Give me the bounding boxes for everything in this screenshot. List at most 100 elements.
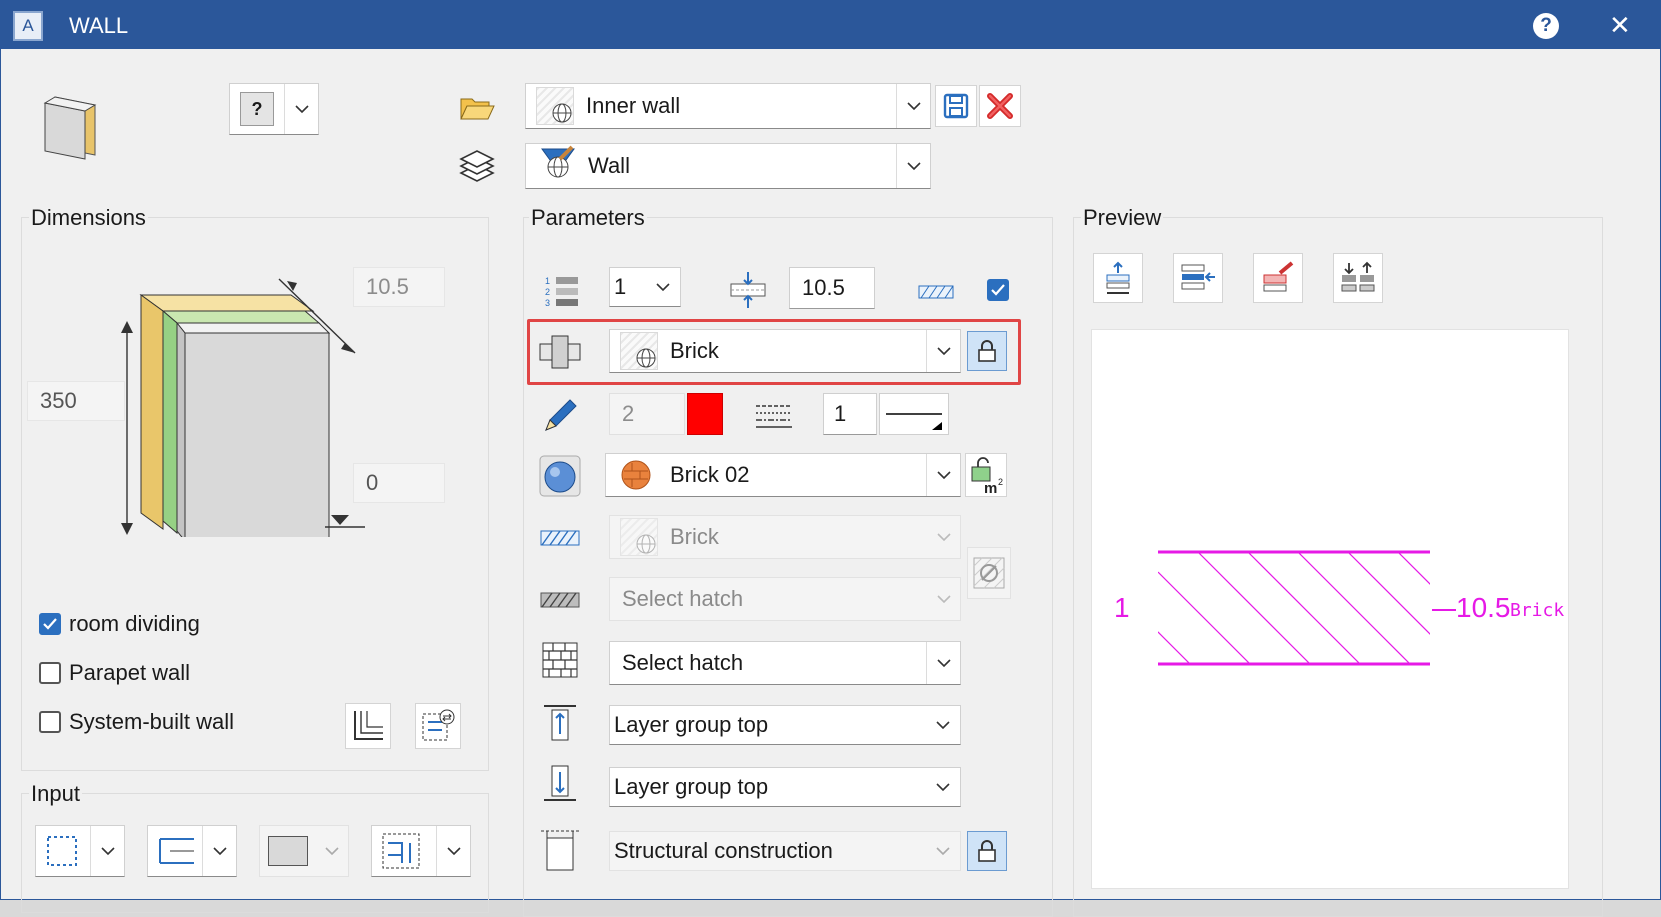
- opening-frame-icon: [382, 833, 420, 869]
- preview-align-top-button[interactable]: [1093, 253, 1143, 303]
- check-icon: [991, 284, 1005, 296]
- bottom-input[interactable]: 0: [353, 463, 445, 503]
- layer-count-dropdown[interactable]: 1: [609, 267, 681, 307]
- hatch-icon: [537, 515, 583, 561]
- question-template-icon: ?: [240, 92, 274, 126]
- top-reference-dropdown[interactable]: Layer group top: [609, 705, 961, 745]
- bottom-reference-icon: [537, 761, 583, 807]
- wall-axis-icon: [159, 838, 194, 864]
- preview-layer-number: 1: [1114, 592, 1130, 623]
- chevron-down-icon: [926, 832, 960, 870]
- wall-corner-icon: [354, 711, 383, 740]
- delete-button[interactable]: [979, 85, 1021, 127]
- system-built-wall-checkbox[interactable]: [39, 711, 61, 733]
- chevron-down-icon: [90, 826, 124, 876]
- material-component-icon: [537, 329, 583, 375]
- align-center-icon: [1181, 264, 1215, 290]
- swap-layers-icon: [1341, 261, 1375, 292]
- layers-icon[interactable]: [457, 147, 497, 187]
- pen-color-swatch[interactable]: [687, 393, 723, 435]
- layer-options-button[interactable]: [415, 703, 461, 749]
- face-hatch-dropdown[interactable]: Select hatch: [609, 641, 961, 685]
- preview-label: Preview: [1081, 205, 1164, 231]
- construction-lock-button[interactable]: [967, 831, 1007, 871]
- layer-brush-icon: [540, 145, 576, 187]
- close-icon[interactable]: ✕: [1609, 10, 1631, 41]
- construction-value: Structural construction: [614, 838, 833, 863]
- help-icon[interactable]: ?: [1533, 13, 1559, 39]
- hatch-dropdown[interactable]: Brick: [609, 515, 961, 559]
- line-type-icon: [751, 393, 797, 439]
- svg-text:m: m: [984, 480, 997, 495]
- thickness-display[interactable]: 10.5: [353, 267, 445, 307]
- room-dividing-label: room dividing: [69, 611, 200, 636]
- preview-align-center-button[interactable]: [1173, 253, 1223, 303]
- lock-icon: [978, 340, 996, 362]
- pen-icon: [537, 393, 583, 439]
- fill-shape-icon: [268, 836, 308, 866]
- line-style-selector[interactable]: [879, 393, 949, 435]
- input-mode-dropdown-3[interactable]: [259, 825, 349, 877]
- input-mode-dropdown-4[interactable]: [371, 825, 471, 877]
- align-top-icon: [1106, 261, 1130, 294]
- surface-dropdown[interactable]: Brick 02: [605, 453, 961, 497]
- dimensions-label: Dimensions: [29, 205, 148, 231]
- top-reference-value: Layer group top: [614, 712, 769, 737]
- layer-swap-icon: [422, 709, 455, 741]
- folder-open-icon[interactable]: [459, 93, 495, 121]
- material-lock-button[interactable]: [967, 331, 1007, 371]
- chevron-down-icon: [314, 826, 348, 876]
- chevron-down-icon: [646, 268, 680, 306]
- globe-icon: [620, 332, 658, 370]
- chevron-down-icon: [436, 826, 470, 876]
- chevron-down-icon: [202, 826, 236, 876]
- surface-area-button[interactable]: m2: [965, 453, 1007, 497]
- input-mode-dropdown-1[interactable]: [35, 825, 125, 877]
- input-label: Input: [29, 781, 82, 807]
- delete-icon: [987, 93, 1013, 119]
- pattern-dropdown[interactable]: Select hatch: [609, 577, 961, 621]
- preview-edit-layer-button[interactable]: [1253, 253, 1303, 303]
- height-input[interactable]: 350: [27, 381, 125, 421]
- parapet-wall-checkbox[interactable]: [39, 662, 61, 684]
- save-icon: [943, 93, 969, 119]
- layer-numbering-icon: 123: [539, 269, 585, 315]
- layer-dropdown[interactable]: Wall: [525, 143, 931, 189]
- svg-text:1: 1: [545, 276, 550, 286]
- material-value: Brick: [670, 338, 719, 363]
- layer-visible-checkbox[interactable]: [987, 279, 1009, 301]
- pen-input[interactable]: 2: [609, 393, 685, 435]
- hatch-layer-icon: [913, 269, 959, 315]
- template-dropdown[interactable]: ?: [229, 83, 319, 135]
- window-title: WALL: [69, 13, 129, 38]
- chevron-down-icon: [926, 642, 960, 684]
- parameters-label: Parameters: [529, 205, 647, 231]
- check-icon: [43, 618, 57, 630]
- wall-object-icon: [41, 95, 101, 161]
- brick-face-icon: [537, 637, 583, 683]
- hatch-link-button[interactable]: [967, 547, 1011, 599]
- bottom-reference-dropdown[interactable]: Layer group top: [609, 767, 961, 807]
- title-bar: A WALL ? ✕: [1, 1, 1660, 49]
- room-dividing-checkbox[interactable]: [39, 613, 61, 635]
- chevron-down-icon: [926, 578, 960, 620]
- globe-icon: [620, 518, 658, 556]
- no-link-icon: [973, 557, 1005, 589]
- chevron-down-icon: [926, 768, 960, 806]
- wall-corner-button[interactable]: [345, 703, 391, 749]
- layer-count-value: 1: [614, 274, 627, 299]
- bottom-reference-value: Layer group top: [614, 774, 769, 799]
- style-value: Inner wall: [586, 93, 681, 118]
- chevron-down-icon: [926, 706, 960, 744]
- construction-dropdown[interactable]: Structural construction: [609, 831, 961, 871]
- preview-swap-button[interactable]: [1333, 253, 1383, 303]
- material-dropdown[interactable]: Brick: [609, 329, 961, 373]
- surface-sphere-icon: [537, 453, 583, 499]
- thickness-input[interactable]: 10.5: [789, 267, 875, 309]
- wall-dialog: A WALL ? ✕ ? Inner wall Wall Dimensions …: [0, 0, 1661, 917]
- save-button[interactable]: [935, 85, 977, 127]
- style-dropdown[interactable]: Inner wall: [525, 83, 931, 129]
- line-input[interactable]: 1: [823, 393, 877, 435]
- preview-canvas: 1 10.5 Brick: [1091, 329, 1569, 889]
- input-mode-dropdown-2[interactable]: [147, 825, 237, 877]
